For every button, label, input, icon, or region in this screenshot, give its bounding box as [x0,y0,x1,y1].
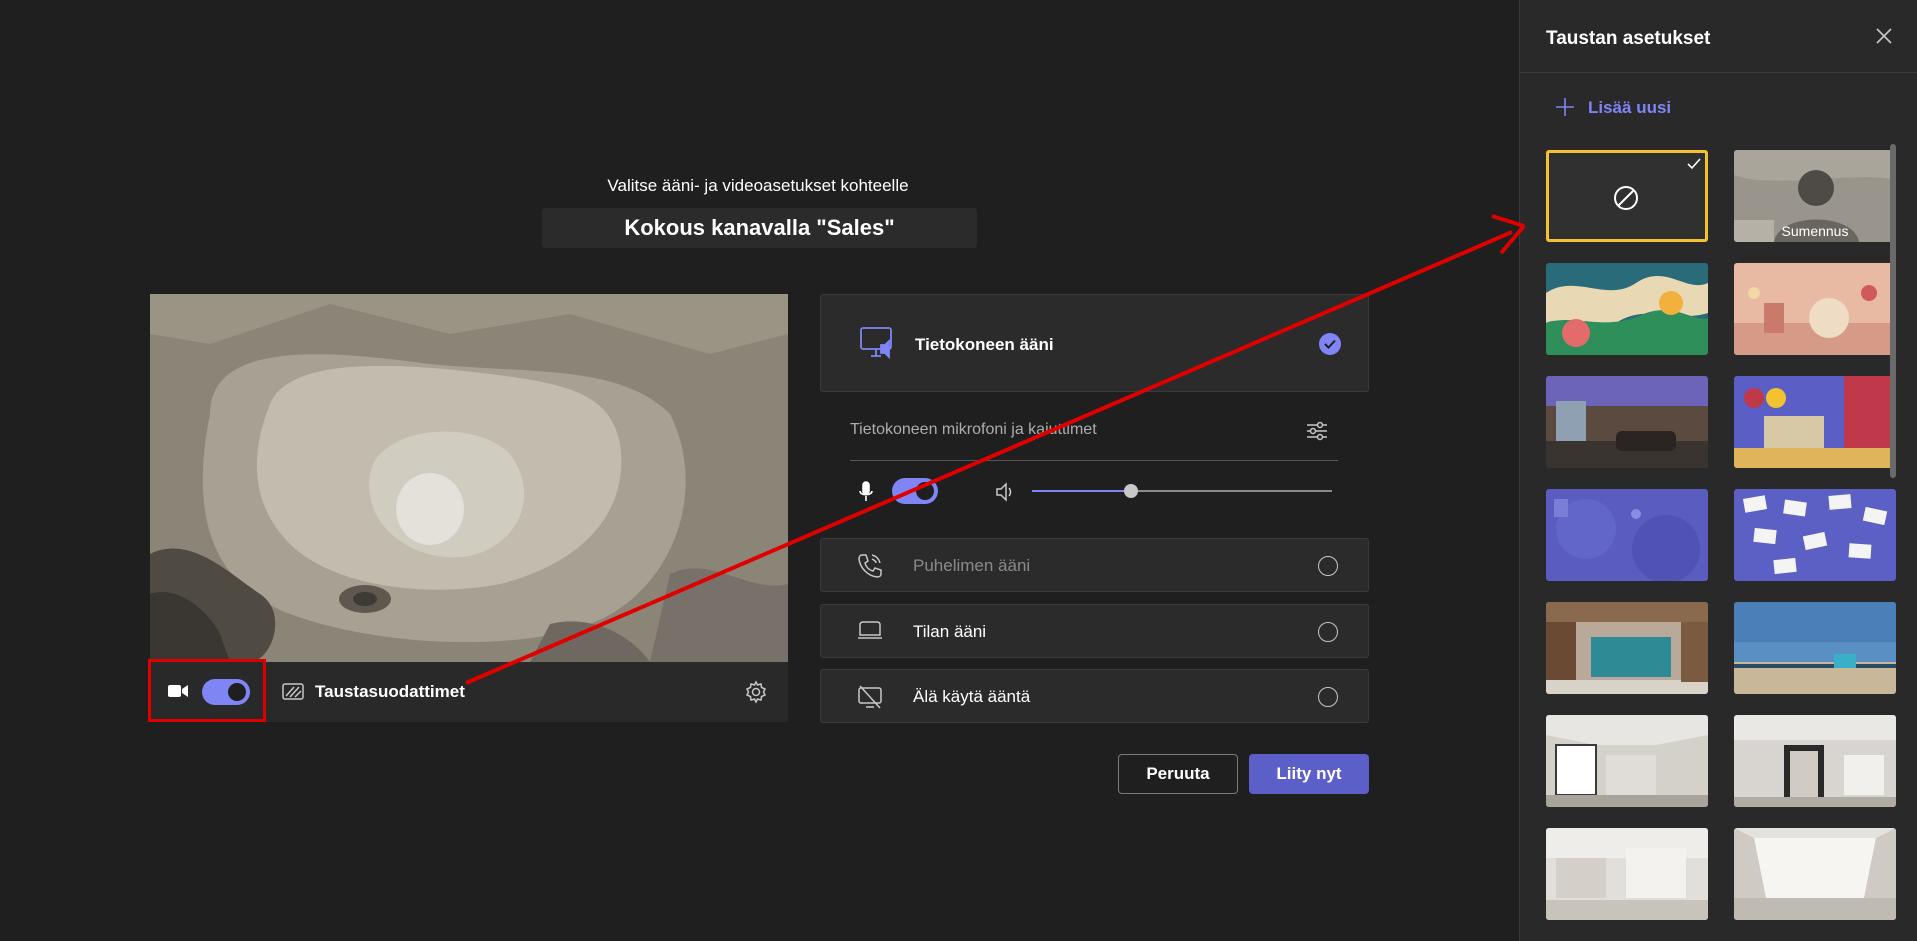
room-audio-icon [857,619,883,648]
microphone-toggle[interactable] [892,478,938,504]
phone-audio-option[interactable]: Puhelimen ääni [820,538,1369,592]
annotation-highlight-box [148,659,266,722]
no-audio-option[interactable]: Älä käytä ääntä [820,669,1369,723]
phone-icon [857,553,883,584]
computer-audio-icon [859,325,895,366]
cancel-button[interactable]: Peruuta [1118,754,1238,794]
phone-audio-label: Puhelimen ääni [913,556,1031,575]
background-blur-thumbnail[interactable]: Sumennus [1734,150,1896,242]
room-audio-radio[interactable] [1318,622,1338,642]
phone-audio-radio[interactable] [1318,556,1338,576]
join-now-button[interactable]: Liity nyt [1249,754,1369,794]
background-thumbnail[interactable] [1546,602,1708,694]
background-thumbnail[interactable] [1546,376,1708,468]
background-thumbnail[interactable] [1546,263,1708,355]
volume-slider-thumb[interactable] [1124,484,1138,498]
audio-divider [850,460,1338,461]
prejoin-subtitle: Valitse ääni- ja videoasetukset kohteell… [607,176,909,195]
panel-scrollbar[interactable] [1890,144,1896,478]
video-preview [150,294,788,662]
background-thumbnail[interactable] [1734,263,1896,355]
no-background-icon [1611,183,1641,213]
background-thumbnail[interactable] [1734,376,1896,468]
background-thumbnail[interactable] [1734,715,1896,807]
no-audio-label: Älä käytä ääntä [913,687,1031,706]
meeting-title: Kokous kanavalla "Sales" [542,208,977,248]
selected-checkmark-icon [1686,157,1702,171]
selected-check-icon [1319,333,1341,355]
microphone-toggle-knob [916,482,934,500]
background-filters-label[interactable]: Taustasuodattimet [315,682,465,702]
computer-audio-option[interactable]: Tietokoneen ääni [820,294,1369,392]
background-thumbnail[interactable] [1546,489,1708,581]
speaker-icon [994,481,1016,508]
background-settings-panel: Taustan asetukset Lisää uusi Sumennus [1519,0,1917,941]
background-thumbnail[interactable] [1734,602,1896,694]
background-thumbnail[interactable] [1546,828,1708,920]
background-thumbnail[interactable] [1734,828,1896,920]
gear-icon[interactable] [744,680,768,709]
volume-slider-fill [1032,490,1131,492]
add-new-button[interactable]: Lisää uusi [1588,98,1671,118]
teams-prejoin-screen: Valitse ääni- ja videoasetukset kohteell… [0,0,1917,941]
no-audio-radio[interactable] [1318,687,1338,707]
computer-audio-label: Tietokoneen ääni [915,335,1054,354]
background-filters-icon[interactable] [282,682,304,707]
panel-title: Taustan asetukset [1546,28,1711,49]
volume-slider[interactable] [1032,484,1332,498]
no-audio-icon [857,684,883,715]
background-thumbnail[interactable] [1734,489,1896,581]
device-settings-icon[interactable] [1305,420,1329,447]
panel-divider [1520,72,1917,73]
background-none-thumbnail[interactable] [1546,150,1708,242]
close-icon[interactable] [1874,26,1894,51]
background-thumbnail[interactable] [1546,715,1708,807]
audio-devices-label[interactable]: Tietokoneen mikrofoni ja kaiuttimet [850,421,1097,439]
plus-icon[interactable] [1554,96,1576,123]
room-audio-option[interactable]: Tilan ääni [820,604,1369,658]
blur-label: Sumennus [1781,223,1849,239]
microphone-icon [858,480,874,509]
room-audio-label: Tilan ääni [913,622,987,641]
